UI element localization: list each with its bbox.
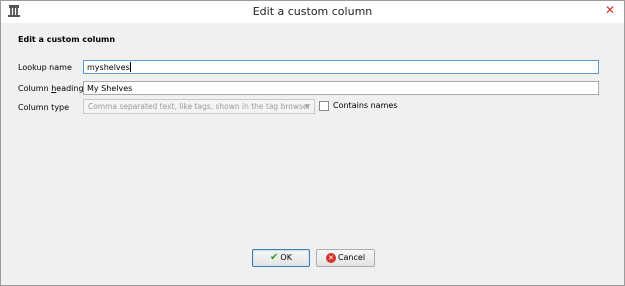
window-title: Edit a custom column	[252, 5, 373, 18]
column-heading-value: My Shelves	[87, 84, 133, 93]
column-type-label: Column type	[18, 103, 70, 112]
title-bar[interactable]: Edit a custom column ✕	[1, 1, 624, 23]
column-type-select[interactable]: Comma separated text, like tags, shown i…	[83, 99, 315, 114]
ok-button[interactable]: ✔ OK	[252, 249, 310, 267]
lookup-name-input[interactable]: myshelves	[83, 60, 599, 74]
close-icon: ✕	[604, 3, 616, 17]
checkmark-icon: ✔	[270, 251, 279, 263]
dialog-body: Edit a custom column Lookup name myshelv…	[1, 23, 624, 285]
column-type-selected: Comma separated text, like tags, shown i…	[88, 102, 311, 111]
contains-names-label[interactable]: Contains names	[333, 101, 397, 110]
ok-label: OK	[280, 253, 292, 262]
chevron-down-icon: ▼	[304, 103, 310, 110]
cancel-label: Cancel	[337, 253, 366, 262]
contains-names-checkbox[interactable]	[319, 101, 329, 111]
close-button[interactable]: ✕	[602, 3, 618, 19]
column-heading-label-rest: eading	[56, 84, 84, 93]
text-caret	[129, 62, 131, 72]
cancel-icon: ✕	[325, 252, 336, 263]
column-heading-label-prefix: Column	[18, 84, 52, 93]
form-heading: Edit a custom column	[18, 35, 116, 44]
dialog-window: Edit a custom column ✕ Edit a custom col…	[0, 0, 625, 286]
lookup-name-label: Lookup name	[18, 63, 72, 72]
column-heading-label: Column heading	[18, 84, 84, 93]
column-heading-input[interactable]: My Shelves	[83, 81, 599, 95]
lookup-name-value: myshelves	[87, 63, 130, 72]
cancel-button[interactable]: ✕ Cancel	[316, 249, 375, 267]
